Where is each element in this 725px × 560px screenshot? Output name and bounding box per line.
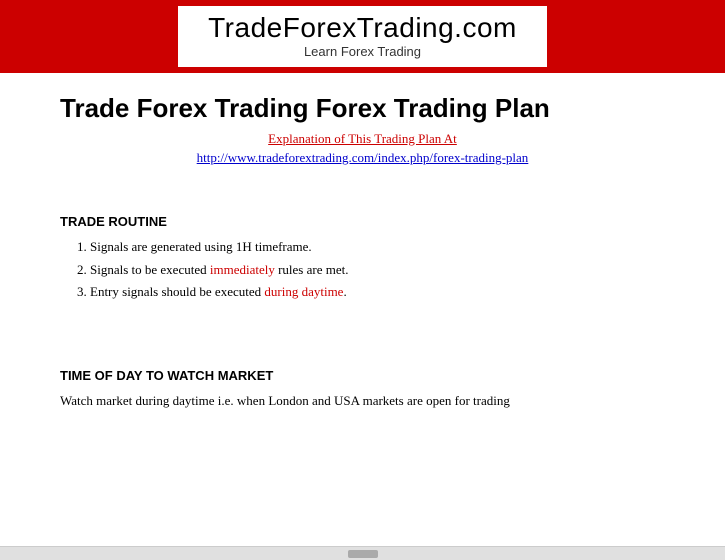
site-name: TradeForexTrading.com (208, 12, 517, 44)
explanation-text: Explanation of This Trading Plan At (268, 131, 457, 146)
highlight-daytime: during daytime (264, 284, 343, 299)
explanation-link[interactable]: http://www.tradeforextrading.com/index.p… (60, 150, 665, 166)
header-bar: TradeForexTrading.com Learn Forex Tradin… (0, 0, 725, 73)
explanation-line: Explanation of This Trading Plan At (60, 130, 665, 148)
highlight-immediately: immediately (210, 262, 275, 277)
list-item: Entry signals should be executed during … (90, 282, 665, 302)
page-wrapper: TradeForexTrading.com Learn Forex Tradin… (0, 0, 725, 560)
header-logo-box: TradeForexTrading.com Learn Forex Tradin… (178, 6, 547, 67)
section-time-of-day: TIME OF DAY TO WATCH MARKET Watch market… (60, 368, 665, 411)
section-heading-time-of-day: TIME OF DAY TO WATCH MARKET (60, 368, 665, 383)
section-body-time-of-day: Watch market during daytime i.e. when Lo… (60, 391, 665, 411)
scrollbar-area[interactable] (0, 546, 725, 560)
main-content: Trade Forex Trading Forex Trading Plan E… (0, 73, 725, 546)
list-item: Signals are generated using 1H timeframe… (90, 237, 665, 257)
scrollbar-thumb[interactable] (348, 550, 378, 558)
header-tagline: Learn Forex Trading (208, 44, 517, 59)
section-trade-routine: TRADE ROUTINE Signals are generated usin… (60, 214, 665, 302)
list-item: Signals to be executed immediately rules… (90, 260, 665, 280)
trade-routine-list: Signals are generated using 1H timeframe… (90, 237, 665, 302)
section-heading-trade-routine: TRADE ROUTINE (60, 214, 665, 229)
page-title: Trade Forex Trading Forex Trading Plan (60, 93, 665, 124)
